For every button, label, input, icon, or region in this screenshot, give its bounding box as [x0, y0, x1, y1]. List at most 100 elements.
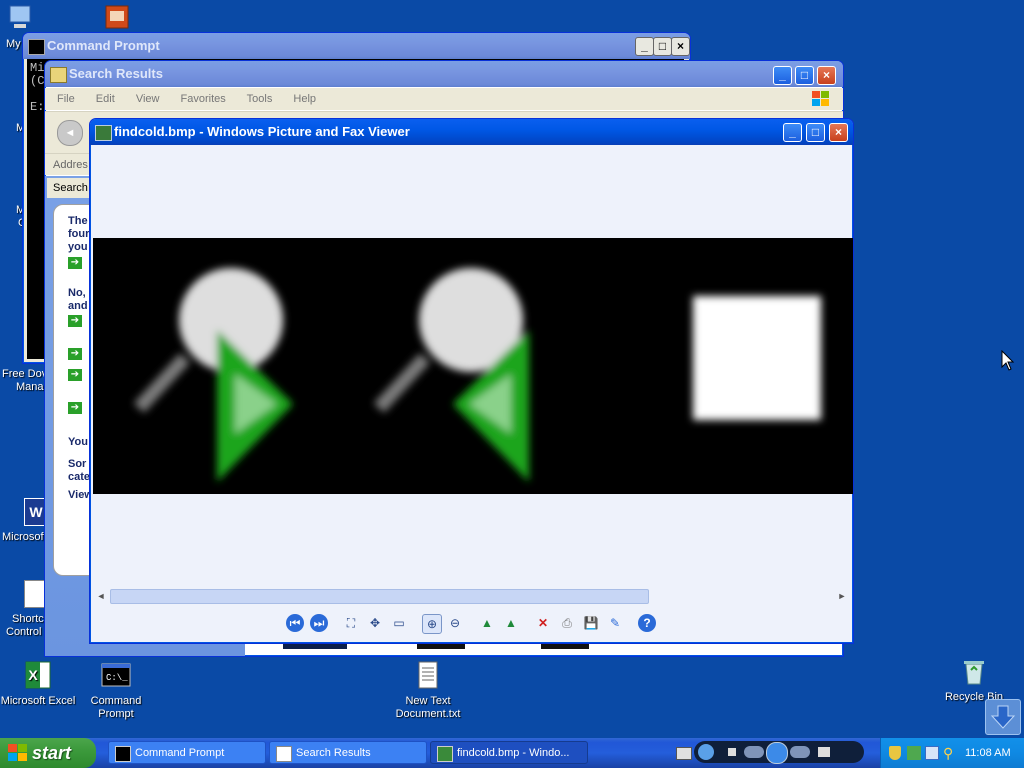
search-tray-icon[interactable]: ⚲	[943, 745, 953, 762]
clock[interactable]: 11:08 AM	[965, 738, 1011, 768]
assistant-option-arrow-2[interactable]: ➔	[68, 315, 82, 327]
menu-file[interactable]: File	[57, 93, 75, 105]
svg-text:X: X	[28, 667, 38, 683]
free-download-manager-label-2: Mana	[16, 381, 44, 393]
assistant-text-5: and	[68, 300, 88, 312]
cmd-minimize-button[interactable]: _	[635, 37, 654, 56]
scroll-left-button[interactable]: ◄	[93, 588, 109, 604]
presentation-icon	[100, 2, 132, 34]
media-previous-icon[interactable]	[744, 746, 764, 758]
find-previous-glyph	[373, 268, 529, 482]
media-next-icon[interactable]	[790, 746, 810, 758]
search-close-button[interactable]: ×	[817, 66, 836, 85]
assistant-text-6: You	[68, 436, 88, 448]
microsoft-word-label: Microsoft	[2, 531, 47, 543]
mouse-cursor-icon	[1001, 349, 1015, 375]
task-label-picture-viewer: findcold.bmp - Windo...	[457, 747, 570, 759]
search-window-icon	[50, 67, 67, 83]
search-menubar: File Edit View Favorites Tools Help	[45, 88, 843, 110]
find-next-glyph	[133, 268, 293, 482]
viewer-maximize-button[interactable]: □	[806, 123, 825, 142]
text-document-label: New Text	[405, 695, 451, 707]
task-label-command-prompt: Command Prompt	[135, 747, 225, 759]
back-button[interactable]: ◄	[57, 120, 83, 146]
best-fit-button[interactable]: ⛶	[342, 614, 360, 632]
media-player-toolbar[interactable]	[694, 741, 864, 764]
scroll-thumb[interactable]	[110, 589, 649, 604]
search-minimize-button[interactable]: _	[773, 66, 792, 85]
picture-viewer-titlebar[interactable]: findcold.bmp - Windows Picture and Fax V…	[90, 119, 853, 145]
cmd-maximize-button[interactable]: □	[653, 37, 672, 56]
free-download-manager-label[interactable]: Free Dov	[2, 368, 47, 380]
download-arrow-icon[interactable]	[985, 699, 1021, 735]
edit-button[interactable]: ✎	[606, 614, 624, 632]
menu-view[interactable]: View	[136, 93, 160, 105]
rotate-clockwise-button[interactable]: ▲	[478, 614, 496, 632]
next-image-button[interactable]: ⏭	[310, 614, 328, 632]
cmd-close-button[interactable]: ×	[671, 37, 690, 56]
my-computer-icon	[4, 2, 36, 34]
assistant-option-arrow-1[interactable]: ➔	[68, 257, 82, 269]
assistant-text-8: cate	[68, 471, 91, 483]
print-button[interactable]: ⎙	[558, 614, 576, 632]
command-prompt-label-2: Prompt	[98, 708, 134, 720]
control-label: Control	[6, 626, 42, 638]
taskbar-item-picture-viewer[interactable]: findcold.bmp - Windo...	[430, 741, 588, 764]
search-results-titlebar[interactable]: Search Results	[45, 61, 843, 87]
scroll-right-button[interactable]: ►	[834, 588, 850, 604]
rotate-counterclockwise-button[interactable]: ▲	[502, 614, 520, 632]
slideshow-button[interactable]: ▭	[390, 614, 408, 632]
assistant-option-arrow-4[interactable]: ➔	[68, 369, 82, 381]
taskbar-item-command-prompt[interactable]: Command Prompt	[108, 741, 266, 764]
media-volume-icon[interactable]	[818, 747, 830, 757]
excel-label: Microsoft Excel	[0, 695, 76, 707]
help-button[interactable]: ?	[638, 614, 656, 632]
zoom-in-button[interactable]: ⊕	[422, 614, 442, 634]
zoom-out-button[interactable]: ⊖	[446, 614, 464, 632]
command-prompt-label: Command	[90, 695, 142, 707]
media-stop-icon[interactable]	[728, 748, 736, 756]
security-shield-icon[interactable]	[889, 746, 901, 760]
start-button[interactable]: start	[0, 738, 96, 768]
network-icon[interactable]	[907, 746, 921, 760]
svg-text:C:\_: C:\_	[106, 673, 128, 683]
assistant-text-4: No,	[68, 287, 86, 299]
white-square-glyph	[693, 296, 821, 420]
actual-size-button[interactable]: ✥	[366, 614, 384, 632]
assistant-option-arrow-3[interactable]: ➔	[68, 348, 82, 360]
taskbar-item-search-results[interactable]: Search Results	[269, 741, 427, 764]
media-play-mini-icon[interactable]	[698, 744, 714, 760]
assistant-text-1: The	[68, 215, 88, 227]
viewer-close-button[interactable]: ×	[829, 123, 848, 142]
delete-button[interactable]: ✕	[534, 614, 552, 632]
save-button[interactable]: 💾	[582, 614, 600, 632]
media-play-icon[interactable]	[766, 742, 788, 764]
tray-window-icon[interactable]	[925, 746, 939, 760]
viewer-toolbar	[93, 607, 850, 641]
shortcut-icon[interactable]	[24, 580, 46, 608]
previous-image-button[interactable]: ⏮	[286, 614, 304, 632]
picture-viewer-title: findcold.bmp - Windows Picture and Fax V…	[114, 124, 410, 139]
excel-shortcut[interactable]: X Microsoft Excel	[0, 660, 76, 708]
menu-edit[interactable]: Edit	[96, 93, 115, 105]
menu-tools[interactable]: Tools	[247, 93, 273, 105]
windows-flag-icon	[8, 744, 27, 761]
keyboard-icon[interactable]	[676, 747, 692, 760]
picture-viewer-window[interactable]: findcold.bmp - Windows Picture and Fax V…	[89, 118, 854, 644]
recycle-bin-icon	[958, 656, 990, 688]
command-prompt-icon: C:\_	[100, 660, 132, 692]
assistant-option-arrow-5[interactable]: ➔	[68, 402, 82, 414]
command-prompt-title: Command Prompt	[47, 38, 160, 53]
recycle-bin-shortcut[interactable]: Recycle Bin	[936, 656, 1012, 704]
menu-favorites[interactable]: Favorites	[181, 93, 226, 105]
text-file-icon	[412, 660, 444, 692]
menu-help[interactable]: Help	[293, 93, 316, 105]
viewer-minimize-button[interactable]: _	[783, 123, 802, 142]
search-maximize-button[interactable]: □	[795, 66, 814, 85]
command-prompt-titlebar[interactable]: Command Prompt	[23, 33, 690, 59]
viewer-image-area[interactable]	[93, 238, 853, 494]
windows-logo-icon	[811, 90, 831, 108]
viewer-horizontal-scrollbar[interactable]: ◄ ►	[93, 588, 850, 604]
text-document-shortcut[interactable]: New Text Document.txt	[390, 660, 466, 721]
command-prompt-shortcut[interactable]: C:\_ Command Prompt	[78, 660, 154, 721]
